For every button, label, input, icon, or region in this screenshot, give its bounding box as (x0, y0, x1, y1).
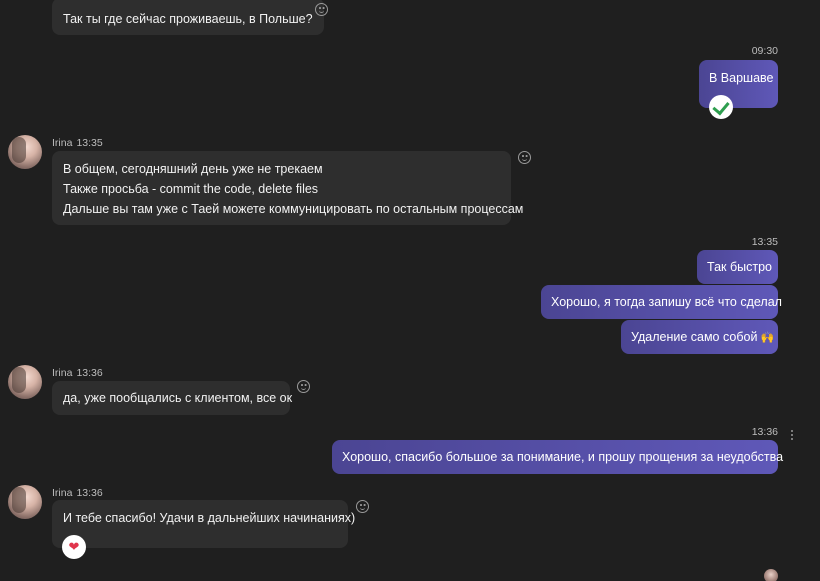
message-timestamp: 13:36 (751, 426, 778, 438)
sender-name: Irina (52, 487, 73, 499)
raised-hands-emoji: 🙌 (760, 332, 775, 344)
message-timestamp: 13:35 (76, 137, 103, 149)
outgoing-message[interactable]: Хорошо, спасибо большое за понимание, и … (332, 440, 784, 474)
message-text: Хорошо, я тогда запишу всё что сделал (551, 295, 782, 309)
incoming-message[interactable]: да, уже пообщались с клиентом, все ок (52, 381, 293, 415)
message-text-row: Удаление само собой 🙌 (631, 325, 774, 350)
outgoing-message[interactable]: Так быстро (697, 250, 778, 284)
avatar[interactable] (8, 135, 42, 169)
incoming-message[interactable]: В общем, сегодняшний день уже не трекаем… (52, 151, 524, 225)
message-text: Так быстро (707, 260, 772, 274)
message-text: В Варшаве (709, 71, 774, 85)
message-text: И тебе спасибо! Удачи в дальнейших начин… (63, 511, 356, 525)
chat-thread: Так ты где сейчас проживаешь, в Польше? … (0, 0, 820, 581)
avatar[interactable] (8, 365, 42, 399)
message-timestamp: 13:36 (76, 487, 103, 499)
message-text: да, уже пообщались с клиентом, все ок (63, 391, 293, 405)
message-text: Удаление само собой (631, 330, 758, 344)
incoming-message[interactable]: Так ты где сейчас проживаешь, в Польше? (52, 0, 324, 35)
smiley-reaction-icon[interactable] (315, 3, 328, 16)
sender-header: Irina 13:35 (52, 137, 107, 149)
message-text: Хорошо, спасибо большое за понимание, и … (342, 450, 784, 464)
message-line: Также просьба - commit the code, delete … (63, 182, 319, 196)
smiley-reaction-icon[interactable] (356, 500, 369, 513)
outgoing-message[interactable]: Удаление само собой 🙌 (621, 320, 778, 354)
heart-reaction-icon[interactable]: ❤ (62, 535, 86, 559)
outgoing-message[interactable]: Хорошо, я тогда запишу всё что сделал (541, 285, 782, 319)
more-options-icon[interactable] (791, 430, 794, 442)
message-line: В общем, сегодняшний день уже не трекаем (63, 162, 323, 176)
sender-name: Irina (52, 137, 73, 149)
smiley-reaction-icon[interactable] (518, 151, 531, 164)
avatar[interactable] (8, 485, 42, 519)
message-timestamp: 13:36 (76, 367, 103, 379)
smiley-reaction-icon[interactable] (297, 380, 310, 393)
sender-name: Irina (52, 367, 73, 379)
sender-header: Irina 13:36 (52, 487, 107, 499)
message-timestamp: 13:35 (751, 236, 778, 248)
green-check-reaction-icon[interactable] (709, 95, 733, 119)
message-line: Дальше вы там уже с Таей можете коммуниц… (63, 202, 524, 216)
message-text: Так ты где сейчас проживаешь, в Польше? (63, 12, 313, 26)
seen-by-avatar (764, 569, 778, 581)
message-timestamp: 09:30 (751, 45, 778, 57)
sender-header: Irina 13:36 (52, 367, 107, 379)
incoming-message[interactable]: И тебе спасибо! Удачи в дальнейших начин… (52, 500, 356, 548)
